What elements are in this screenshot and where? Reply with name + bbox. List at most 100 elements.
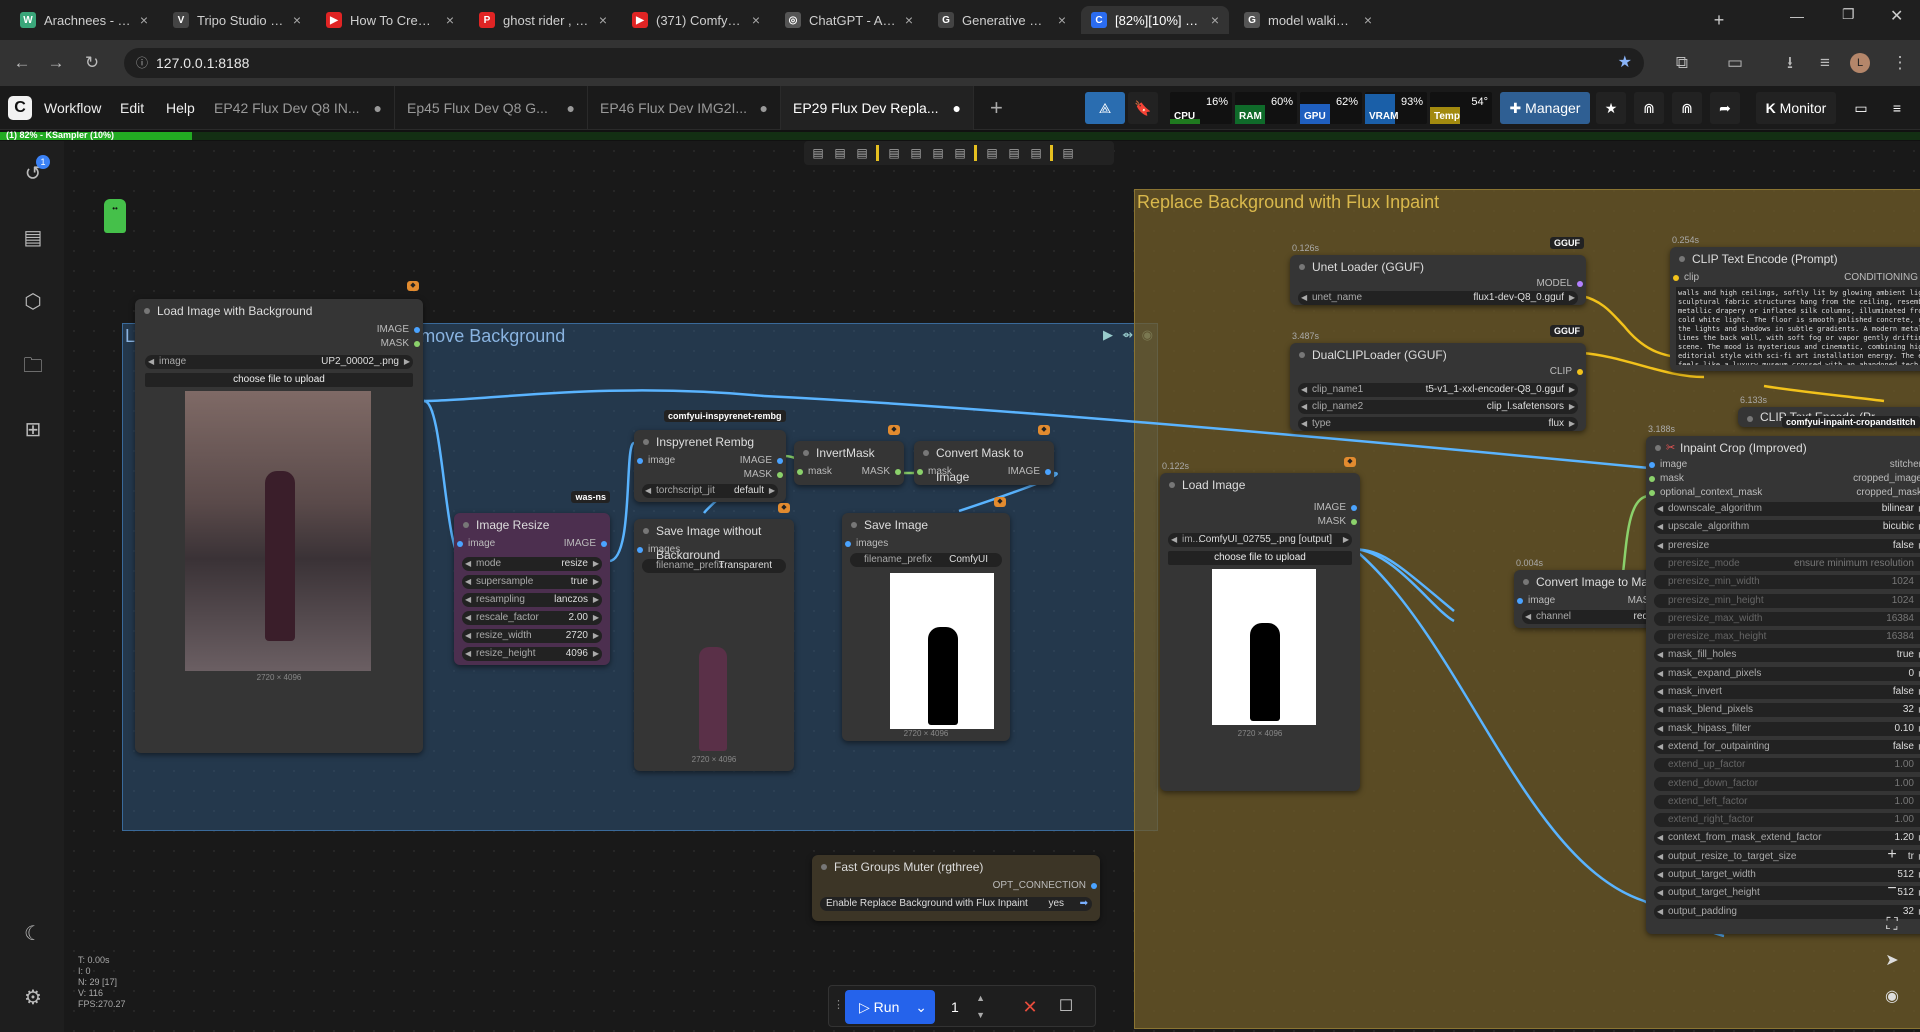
node-unet-loader[interactable]: Unet Loader (GGUF) GGUF MODEL unet_name f… [1290,237,1586,305]
monitor-button[interactable]: K Monitor [1756,92,1836,124]
output-image[interactable]: IMAGE [1004,465,1054,479]
torchscript-select[interactable]: torchscript_jit default [642,484,778,498]
extensions-icon[interactable]: ⧉ [1672,53,1692,73]
close-tab-icon[interactable]: × [752,12,760,28]
filename-prefix-input[interactable]: filename_prefix ComfyUI [850,553,1002,567]
drag-handle-icon[interactable]: ⋮ [833,998,844,1011]
wave-alt-icon[interactable]: ⋒ [1672,92,1702,124]
widget-mask-hipass-filter[interactable]: mask_hipass_filter 0.10 [1654,721,1920,736]
input-image[interactable]: image [1646,458,1786,472]
browser-menu-icon[interactable]: ⋮ [1890,53,1910,73]
settings-gear-icon[interactable]: ⚙ [20,985,46,1011]
output-image[interactable]: IMAGE [540,537,610,551]
widget-mask-expand-pixels[interactable]: mask_expand_pixels 0 [1654,666,1920,681]
node-save-image-without-background[interactable]: Save Image without Background images fil… [634,503,794,771]
browser-tab[interactable]: Gmodel walking with t × [1234,6,1382,34]
new-browser-tab-button[interactable]: + [1707,8,1731,32]
bookmark-icon[interactable]: 🔖 [1128,92,1158,124]
widget-resize-height[interactable]: resize_height 4096 [462,647,602,661]
widget-preresize-min-width[interactable]: preresize_min_width 1024 [1654,575,1920,590]
widget-upscale-algorithm[interactable]: upscale_algorithm bicubic [1654,520,1920,535]
output-model[interactable]: MODEL [1506,277,1586,291]
fit-view-icon[interactable]: ⛶ [1880,913,1904,937]
star-icon[interactable]: ★ [1596,92,1626,124]
forward-icon[interactable]: → [46,53,66,73]
workflow-tab-ep45[interactable]: Ep45 Flux Dev Q8 G... ● [395,86,588,130]
node-load-image-with-background[interactable]: Load Image with Background IMAGE MASK im… [135,281,423,753]
url-input[interactable]: ⓘ 127.0.0.1:8188 ★ [124,48,1644,78]
input-mask[interactable]: mask [914,465,964,479]
close-tab-icon[interactable]: ● [567,86,575,130]
browser-tab[interactable]: V Tripo Studio | 3D Mod × [163,6,311,34]
close-tab-icon[interactable]: × [1211,12,1219,28]
widget-mask-fill-holes[interactable]: mask_fill_holes true [1654,648,1920,663]
theme-toggle-icon[interactable]: ☾ [20,921,46,947]
media-icon[interactable]: ≡ [1815,53,1835,73]
widget-mode[interactable]: mode resize [462,557,602,571]
restore-icon[interactable]: ❐ [1842,6,1855,23]
widget-supersample[interactable]: supersample true [462,575,602,589]
widget-clip-name2[interactable]: clip_name2 clip_l.safetensors [1298,400,1578,414]
widget-extend-left-factor[interactable]: extend_left_factor 1.00 [1654,794,1920,809]
stepper-icon[interactable]: ▲ ▼ [976,990,985,1024]
back-icon[interactable]: ← [12,53,32,73]
widget-resize-width[interactable]: resize_width 2720 [462,629,602,643]
widget-downscale-algorithm[interactable]: downscale_algorithm bilinear [1654,502,1920,516]
input-images[interactable]: images [634,543,694,557]
close-window-icon[interactable]: ✕ [1890,6,1903,26]
close-tab-icon[interactable]: × [140,12,148,28]
minimize-icon[interactable]: — [1790,8,1804,24]
widget-extend-down-factor[interactable]: extend_down_factor 1.00 [1654,776,1920,791]
unet-name-select[interactable]: unet_name flux1-dev-Q8_0.gguf [1298,291,1578,305]
toggle-links-icon[interactable]: ◉ [1880,985,1904,1009]
widget-extend-up-factor[interactable]: extend_up_factor 1.00 [1654,758,1920,773]
filename-prefix-input[interactable]: filename_prefix Transparent [642,559,786,573]
output-stitcher[interactable]: stitcher [1816,458,1920,472]
browser-tab[interactable]: C [82%][10%] KSampler × [1081,6,1229,34]
arrow-right-icon[interactable]: ➡ [1080,897,1088,911]
reload-icon[interactable]: ↻ [82,53,102,73]
close-tab-icon[interactable]: × [293,12,301,28]
cancel-icon[interactable]: ✕ [1015,990,1045,1024]
upload-button[interactable]: choose file to upload [145,373,413,387]
input-image[interactable]: image [1514,594,1574,608]
model-library-icon[interactable]: ⬡ [20,289,46,315]
widget-rescale-factor[interactable]: rescale_factor 2.00 [462,611,602,625]
widget-preresize-min-height[interactable]: preresize_min_height 1024 [1654,593,1920,608]
zoom-in-icon[interactable]: + [1880,843,1904,867]
download-icon[interactable]: ⭳ [1780,53,1800,73]
bookmark-star-icon[interactable]: ★ [1618,48,1632,78]
widget-mask-blend-pixels[interactable]: mask_blend_pixels 32 [1654,703,1920,718]
upload-button[interactable]: choose file to upload [1168,551,1352,565]
browser-tab[interactable]: ▶ How To Create PERFE × [316,6,464,34]
node-invert-mask[interactable]: InvertMask mask MASK ◆ [794,425,904,485]
node-inpaint-crop[interactable]: Inpaint Crop (Improved) ✂ image mask optio… [1646,436,1920,934]
close-tab-icon[interactable]: × [446,12,454,28]
widget-preresize[interactable]: preresize false [1654,538,1920,553]
focus-mode-icon[interactable]: ⟁ [1085,92,1125,124]
input-image[interactable]: image [634,454,694,468]
channel-select[interactable]: channelred [1522,610,1662,624]
widget-preresize-max-height[interactable]: preresize_max_height 16384 [1654,630,1920,645]
browser-tab[interactable]: G Generative Session - F × [928,6,1076,34]
run-button[interactable]: ▷ Run ⌄ [845,990,935,1024]
widget-resampling[interactable]: resampling lanczos [462,593,602,607]
output-mask[interactable]: MASK [1280,515,1360,529]
output-clip[interactable]: CLIP [1506,365,1586,379]
browser-tab[interactable]: ◎ ChatGPT - Ai tool × [775,6,923,34]
input-clip[interactable]: clip [1670,271,1730,285]
panel-toggle-icon[interactable]: ▭ [1848,92,1874,124]
output-image[interactable]: IMAGE [343,323,423,337]
output-mask[interactable]: MASK [343,337,423,351]
close-tab-icon[interactable]: ● [374,86,382,130]
widget-extend-for-outpainting[interactable]: extend_for_outpainting false [1654,739,1920,754]
browser-tab[interactable]: ▶ (371) ComfyUI Tutoria × [622,6,770,34]
node-library-icon[interactable]: ▤ [20,225,46,251]
prompt-textarea[interactable]: walls and high ceilings, softly lit by g… [1676,287,1920,365]
image-select[interactable]: im...ComfyUI_02755_.png [output] [1168,533,1352,547]
node-clip-text-encode[interactable]: CLIP Text Encode (Prompt) clip CONDITION… [1670,247,1920,371]
output-opt-connection[interactable]: OPT_CONNECTION [980,879,1100,893]
share-icon[interactable]: ➦ [1710,92,1740,124]
widget-type[interactable]: type flux [1298,417,1578,431]
zoom-out-icon[interactable]: − [1880,877,1904,901]
